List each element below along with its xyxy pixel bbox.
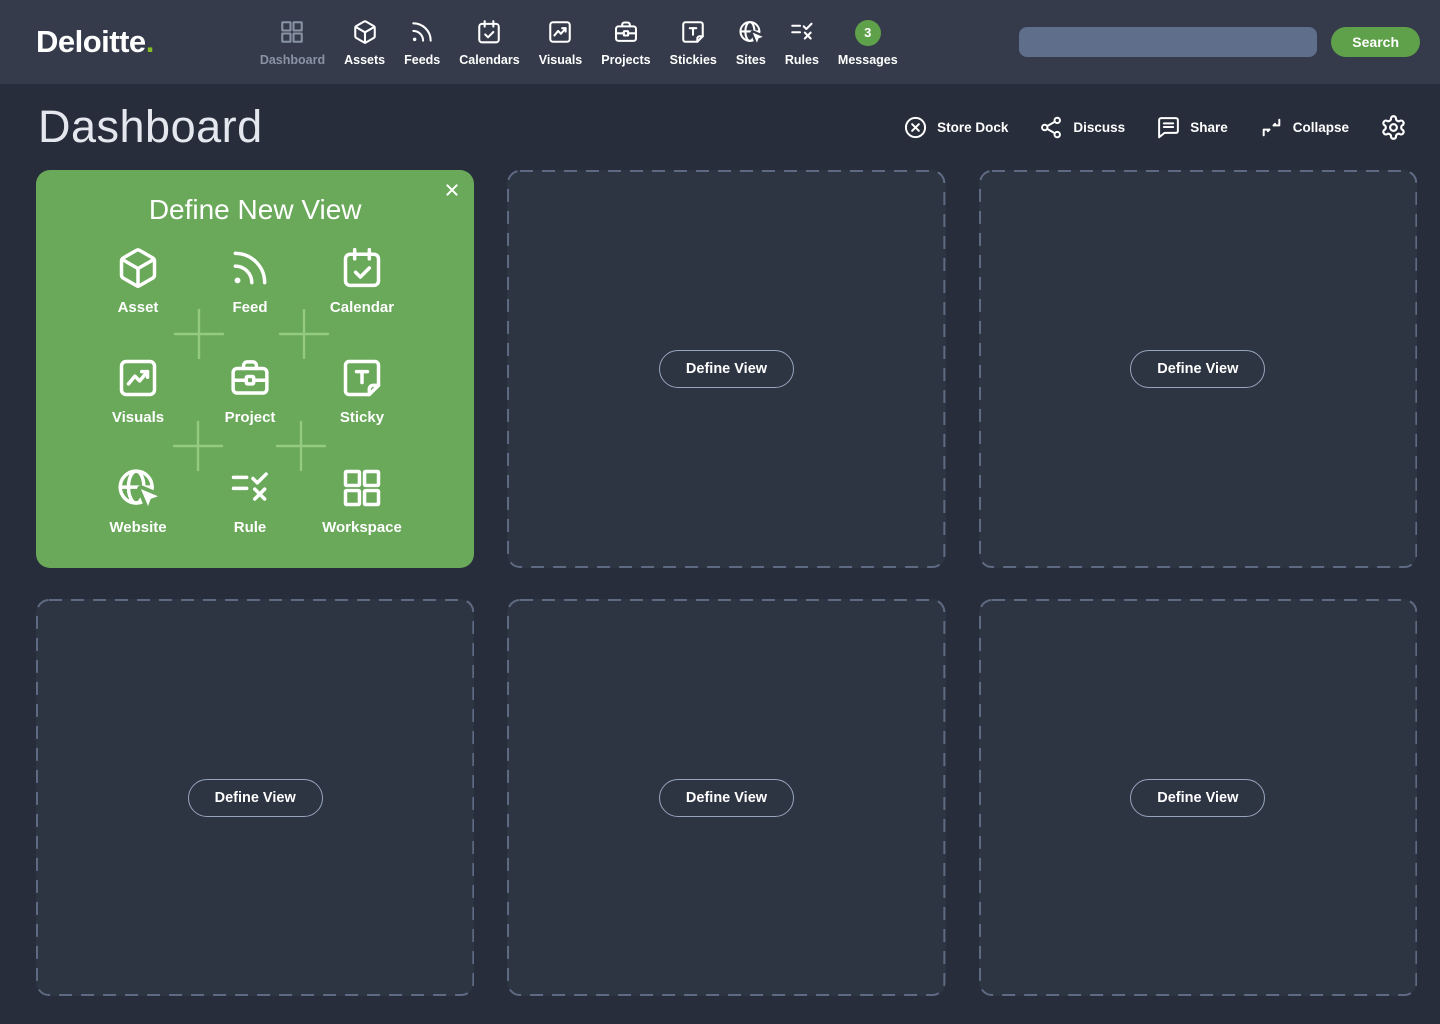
dashboard-tile-empty-5: Define View — [979, 599, 1417, 996]
rss-icon — [228, 246, 272, 290]
box-icon — [116, 246, 160, 290]
page-actions: Store Dock Discuss Share Collapse — [903, 114, 1407, 141]
action-label: Store Dock — [937, 120, 1008, 135]
nav-item-label: Calendars — [459, 53, 519, 67]
nav-item-rules[interactable]: Rules — [785, 18, 819, 67]
globe-pointer-icon — [738, 18, 764, 46]
calendar-check-icon — [340, 246, 384, 290]
define-view-button[interactable]: Define View — [659, 350, 794, 388]
briefcase-icon — [613, 18, 639, 46]
nav-item-dashboard[interactable]: Dashboard — [260, 18, 325, 67]
messages-count-badge: 3 — [855, 20, 881, 46]
panel-title: Define New View — [36, 194, 474, 226]
sticky-note-icon — [680, 18, 706, 46]
define-view-button[interactable]: Define View — [659, 779, 794, 817]
define-item-website[interactable]: Website — [82, 458, 194, 568]
chat-icon — [1156, 115, 1181, 140]
calendar-check-icon — [476, 18, 502, 46]
page-title-bar: Dashboard Store Dock Discuss Share Colla… — [0, 84, 1440, 170]
plus-icon — [172, 420, 224, 472]
grid-icon — [340, 466, 384, 510]
action-label: Share — [1190, 120, 1228, 135]
action-collapse[interactable]: Collapse — [1259, 115, 1349, 140]
dashboard-tile-empty-2: Define View — [979, 170, 1417, 568]
nav-item-label: Visuals — [539, 53, 583, 67]
action-label: Discuss — [1073, 120, 1125, 135]
plus-icon — [275, 420, 327, 472]
nav-item-assets[interactable]: Assets — [344, 18, 385, 67]
define-view-button[interactable]: Define View — [1130, 779, 1265, 817]
nav-item-projects[interactable]: Projects — [601, 18, 650, 67]
nav-item-label: Stickies — [670, 53, 717, 67]
define-view-button[interactable]: Define View — [188, 779, 323, 817]
search-button[interactable]: Search — [1331, 27, 1420, 57]
define-item-label: Feed — [232, 299, 267, 316]
define-item-label: Sticky — [340, 409, 384, 426]
x-circle-icon — [903, 115, 928, 140]
nav-item-feeds[interactable]: Feeds — [404, 18, 440, 67]
nav-item-sites[interactable]: Sites — [736, 18, 766, 67]
sticky-note-icon — [340, 356, 384, 400]
rule-check-icon — [789, 18, 815, 46]
dashboard-tile-empty-1: Define View — [507, 170, 945, 568]
search-area: Search — [1019, 27, 1420, 57]
rss-icon — [409, 18, 435, 46]
rule-check-icon — [228, 466, 272, 510]
action-share[interactable]: Share — [1156, 115, 1228, 140]
nav-item-label: Feeds — [404, 53, 440, 67]
define-item-rule[interactable]: Rule — [194, 458, 306, 568]
main-nav: Dashboard Assets Feeds Calendars Visuals — [260, 18, 898, 67]
collapse-icon — [1259, 115, 1284, 140]
plus-icon — [278, 308, 330, 360]
chart-trend-icon — [547, 18, 573, 46]
nav-item-label: Assets — [344, 53, 385, 67]
define-item-label: Project — [225, 409, 276, 426]
box-icon — [352, 18, 378, 46]
dashboard-tile-empty-4: Define View — [507, 599, 945, 996]
action-store-dock[interactable]: Store Dock — [903, 115, 1008, 140]
nav-item-label: Messages — [838, 53, 898, 67]
nav-item-visuals[interactable]: Visuals — [539, 18, 583, 67]
nav-item-label: Dashboard — [260, 53, 325, 67]
action-label: Collapse — [1293, 120, 1349, 135]
nav-item-label: Sites — [736, 53, 766, 67]
logo-text: Deloitte — [36, 24, 146, 59]
action-discuss[interactable]: Discuss — [1039, 115, 1125, 140]
deloitte-logo: Deloitte. — [36, 24, 154, 60]
dashboard-tile-empty-3: Define View — [36, 599, 474, 996]
define-item-label: Calendar — [330, 299, 394, 316]
define-item-label: Visuals — [112, 409, 164, 426]
logo-dot: . — [146, 24, 154, 59]
define-item-label: Asset — [118, 299, 159, 316]
define-view-button[interactable]: Define View — [1130, 350, 1265, 388]
define-item-workspace[interactable]: Workspace — [306, 458, 418, 568]
settings-gear-icon[interactable] — [1380, 114, 1407, 141]
chart-trend-icon — [116, 356, 160, 400]
define-item-label: Workspace — [322, 519, 402, 536]
search-input[interactable] — [1019, 27, 1317, 57]
nav-item-calendars[interactable]: Calendars — [459, 18, 519, 67]
nav-item-stickies[interactable]: Stickies — [670, 18, 717, 67]
share-network-icon — [1039, 115, 1064, 140]
top-header: Deloitte. Dashboard Assets Feeds Calenda… — [0, 0, 1440, 84]
page-title: Dashboard — [38, 101, 263, 153]
nav-item-messages[interactable]: 3 Messages — [838, 20, 898, 67]
grid-icon — [279, 18, 305, 46]
briefcase-icon — [228, 356, 272, 400]
define-item-label: Website — [109, 519, 166, 536]
define-item-label: Rule — [234, 519, 267, 536]
plus-icon — [173, 308, 225, 360]
globe-pointer-icon — [116, 466, 160, 510]
nav-item-label: Projects — [601, 53, 650, 67]
dashboard-grid: Define New View Asset Feed — [0, 170, 1440, 996]
define-item-grid: Asset Feed Calendar — [82, 238, 418, 568]
nav-item-label: Rules — [785, 53, 819, 67]
define-new-view-panel: Define New View Asset Feed — [36, 170, 474, 568]
